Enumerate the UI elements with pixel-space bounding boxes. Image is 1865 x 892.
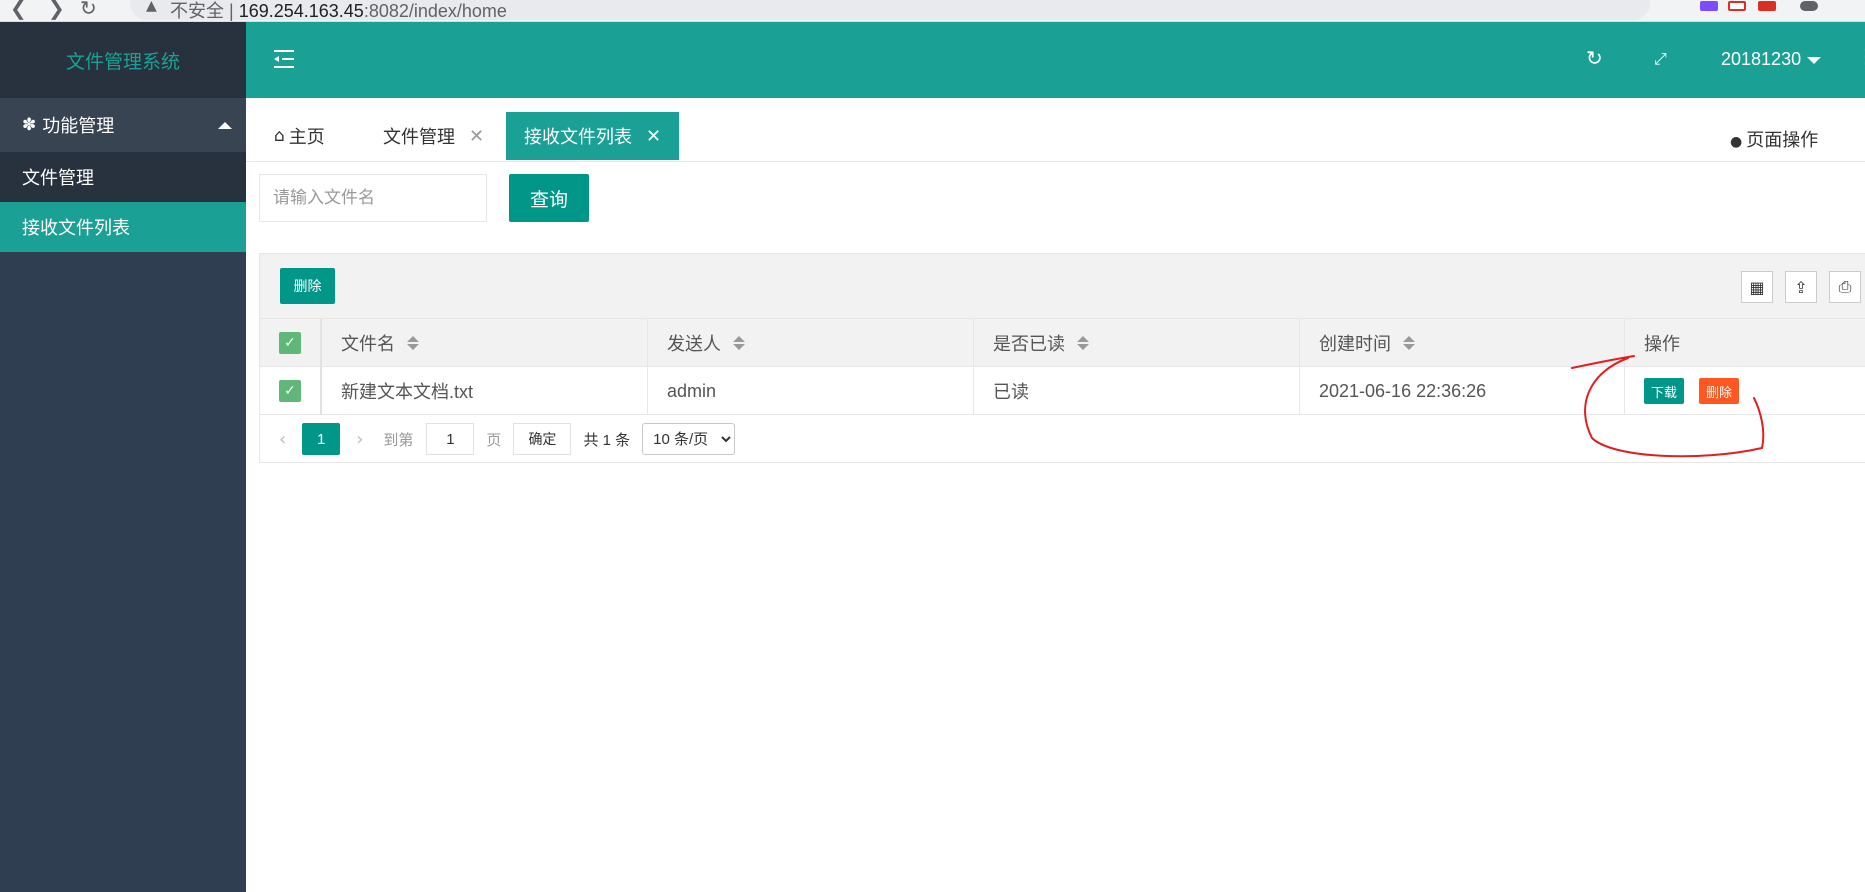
menu-toggle-icon[interactable] bbox=[274, 50, 294, 68]
page-size-select[interactable]: 10 条/页 bbox=[642, 423, 736, 455]
sort-icon[interactable] bbox=[1077, 335, 1089, 351]
browser-toolbar: ❮ ❯ ↻ ▲ 不安全 | 169.254.163.45:8082/index/… bbox=[0, 0, 1865, 22]
goto-label: 到第 bbox=[383, 431, 414, 449]
filename-search-input[interactable] bbox=[259, 174, 487, 222]
profile-icon[interactable] bbox=[1800, 1, 1818, 11]
page-1-button[interactable]: 1 bbox=[302, 423, 341, 455]
column-header-filename[interactable]: 文件名 bbox=[322, 319, 648, 367]
sidebar-group-label: 功能管理 bbox=[42, 116, 115, 136]
pagination: ‹ 1 › 到第 页 确定 共 1 条 10 条/页 bbox=[260, 415, 1865, 463]
home-icon: ⌂ bbox=[274, 126, 285, 146]
refresh-icon[interactable]: ↻ bbox=[1586, 46, 1603, 70]
cell-created-time: 2021-06-16 22:36:26 bbox=[1300, 367, 1625, 415]
page-operations[interactable]: ● 页面操作 bbox=[1730, 126, 1818, 152]
sidebar: 文件管理系统 ✽ 功能管理 文件管理 接收文件列表 bbox=[0, 22, 246, 892]
total-count: 共 1 条 bbox=[583, 431, 631, 449]
close-icon[interactable]: ✕ bbox=[646, 126, 661, 147]
extension-icon[interactable] bbox=[1728, 1, 1746, 11]
caret-down-icon[interactable] bbox=[1807, 57, 1821, 64]
column-header-created[interactable]: 创建时间 bbox=[1300, 319, 1625, 367]
columns-icon[interactable]: ▦ bbox=[1741, 271, 1773, 303]
sidebar-item-received-files[interactable]: 接收文件列表 bbox=[0, 202, 246, 252]
sidebar-item-file-manage[interactable]: 文件管理 bbox=[0, 152, 246, 202]
page-unit-label: 页 bbox=[486, 431, 502, 449]
row-checkbox[interactable]: ✓ bbox=[279, 380, 301, 402]
export-icon[interactable]: ⇪ bbox=[1785, 271, 1817, 303]
table-header-row: ✓ 文件名 发送人 是否已读 创建时间 操作 bbox=[260, 319, 1865, 367]
tab-received-files[interactable]: 接收文件列表 ✕ bbox=[506, 112, 680, 160]
back-icon[interactable]: ❮ bbox=[10, 0, 27, 20]
caret-up-icon bbox=[218, 122, 232, 129]
gear-icon: ✽ bbox=[22, 115, 37, 135]
download-button[interactable]: 下载 bbox=[1644, 378, 1685, 404]
next-page-icon[interactable]: › bbox=[356, 429, 363, 450]
user-menu[interactable]: 20181230 bbox=[1721, 49, 1801, 70]
extension-icon[interactable] bbox=[1700, 1, 1718, 11]
close-icon[interactable]: ✕ bbox=[469, 126, 484, 147]
fullscreen-icon[interactable]: ⤢ bbox=[1654, 49, 1667, 69]
cell-read-status: 已读 bbox=[974, 367, 1300, 415]
tab-home[interactable]: ⌂ 主页 bbox=[274, 112, 325, 160]
address-bar[interactable]: ▲ 不安全 | 169.254.163.45:8082/index/home bbox=[130, 0, 1650, 21]
confirm-page-button[interactable]: 确定 bbox=[513, 423, 572, 455]
app-logo[interactable]: 文件管理系统 bbox=[0, 22, 246, 98]
warning-icon: ▲ bbox=[146, 0, 157, 14]
cell-actions: 下载 删除 bbox=[1625, 367, 1865, 415]
extension-icon[interactable] bbox=[1758, 1, 1776, 11]
top-header: ↻ ⤢ 20181230 ⋮ bbox=[246, 22, 1865, 98]
cell-filename: 新建文本文档.txt bbox=[322, 367, 648, 415]
more-icon[interactable]: ⋮ bbox=[1856, 44, 1865, 68]
table-row: ✓ 新建文本文档.txt admin 已读 2021-06-16 22:36:2… bbox=[260, 367, 1865, 415]
page-number-input[interactable] bbox=[426, 423, 475, 455]
prev-page-icon[interactable]: ‹ bbox=[279, 429, 286, 450]
reload-icon[interactable]: ↻ bbox=[80, 0, 97, 20]
search-button[interactable]: 查询 bbox=[509, 174, 589, 222]
sort-icon[interactable] bbox=[733, 335, 745, 351]
row-delete-button[interactable]: 删除 bbox=[1699, 378, 1740, 404]
batch-delete-button[interactable]: 删除 bbox=[280, 268, 335, 304]
circle-icon: ● bbox=[1730, 134, 1743, 150]
table-toolbar: 删除 ▦ ⇪ ⎙ bbox=[260, 254, 1865, 319]
file-table: 删除 ▦ ⇪ ⎙ ✓ 文件名 发送人 是否已读 创建时间 操作 ✓ 新建文本文档… bbox=[259, 253, 1865, 463]
cell-sender: admin bbox=[648, 367, 974, 415]
sort-icon[interactable] bbox=[407, 335, 419, 351]
sort-icon[interactable] bbox=[1403, 335, 1415, 351]
print-icon[interactable]: ⎙ bbox=[1829, 271, 1861, 303]
column-header-read[interactable]: 是否已读 bbox=[974, 319, 1300, 367]
address-text: 不安全 | 169.254.163.45:8082/index/home bbox=[170, 1, 507, 21]
column-header-sender[interactable]: 发送人 bbox=[648, 319, 974, 367]
tab-bar: ⌂ 主页 文件管理 ✕ 接收文件列表 ✕ ● 页面操作 bbox=[246, 98, 1865, 162]
forward-icon[interactable]: ❯ bbox=[48, 0, 65, 20]
select-all-checkbox[interactable]: ✓ bbox=[279, 332, 301, 354]
tab-file-manage[interactable]: 文件管理 ✕ bbox=[383, 112, 484, 160]
sidebar-group-function[interactable]: ✽ 功能管理 bbox=[0, 98, 246, 152]
column-header-actions: 操作 bbox=[1644, 334, 1680, 354]
